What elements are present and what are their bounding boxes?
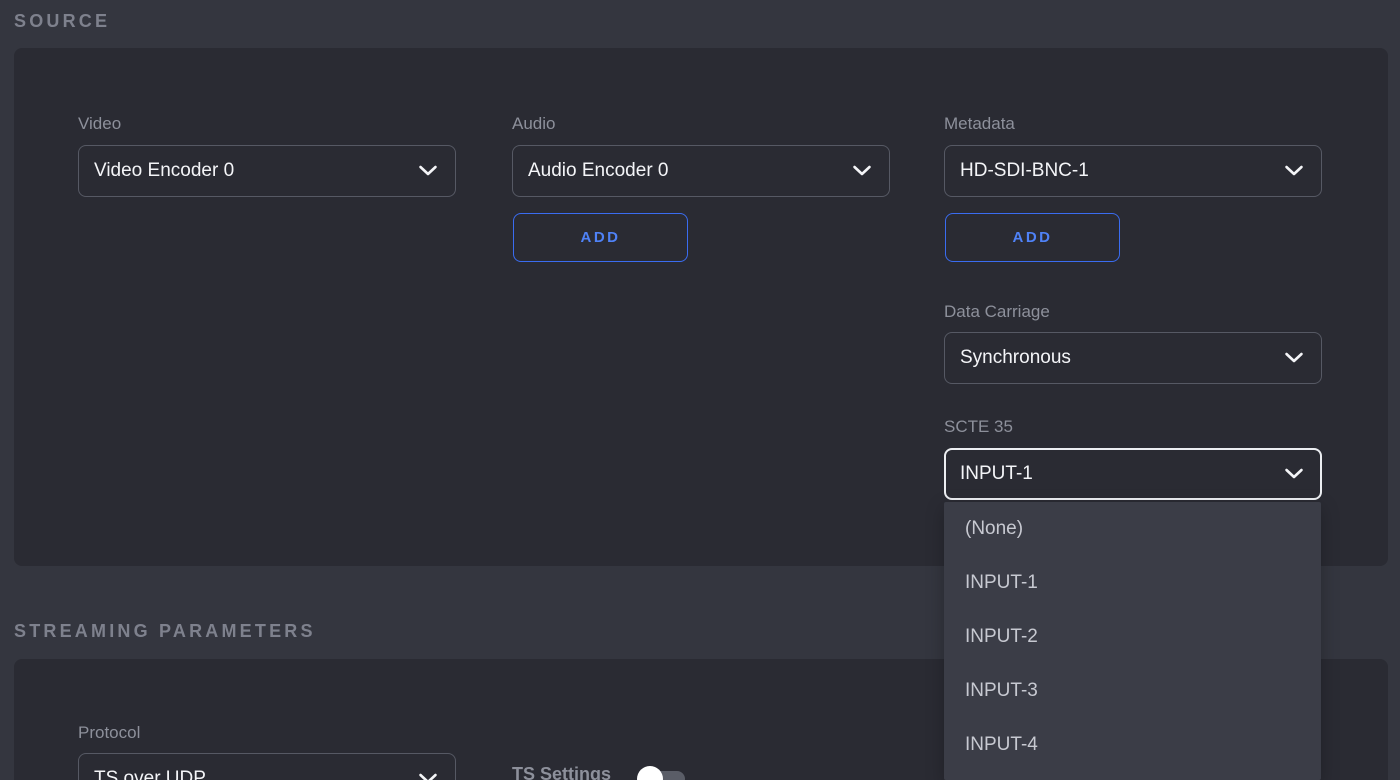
protocol-label: Protocol <box>78 723 140 743</box>
scte35-option-input-1[interactable]: INPUT-1 <box>944 556 1321 610</box>
data-carriage-select[interactable]: Synchronous <box>944 332 1322 384</box>
ts-settings-label: TS Settings <box>512 764 611 780</box>
video-select[interactable]: Video Encoder 0 <box>78 145 456 197</box>
audio-select-value: Audio Encoder 0 <box>528 160 669 182</box>
audio-select[interactable]: Audio Encoder 0 <box>512 145 890 197</box>
toggle-knob <box>637 766 663 780</box>
chevron-down-icon <box>1284 468 1304 480</box>
scte35-select-value: INPUT-1 <box>960 463 1033 485</box>
chevron-down-icon <box>418 165 438 177</box>
chevron-down-icon <box>1284 165 1304 177</box>
audio-add-button[interactable]: ADD <box>513 213 688 262</box>
data-carriage-label: Data Carriage <box>944 302 1050 322</box>
video-select-value: Video Encoder 0 <box>94 160 234 182</box>
source-panel: Video Video Encoder 0 Audio Audio Encode… <box>14 48 1388 566</box>
scte35-option-input-2[interactable]: INPUT-2 <box>944 610 1321 664</box>
metadata-add-button[interactable]: ADD <box>945 213 1120 262</box>
video-label: Video <box>78 114 121 134</box>
metadata-label: Metadata <box>944 114 1015 134</box>
protocol-select-value: TS over UDP <box>94 768 206 780</box>
chevron-down-icon <box>852 165 872 177</box>
scte35-dropdown-menu: (None) INPUT-1 INPUT-2 INPUT-3 INPUT-4 <box>944 502 1321 780</box>
streaming-parameters-section-heading: STREAMING PARAMETERS <box>14 621 316 642</box>
metadata-select-value: HD-SDI-BNC-1 <box>960 160 1089 182</box>
metadata-select[interactable]: HD-SDI-BNC-1 <box>944 145 1322 197</box>
scte35-label: SCTE 35 <box>944 417 1013 437</box>
scte35-option-none[interactable]: (None) <box>944 502 1321 556</box>
scte35-option-input-3[interactable]: INPUT-3 <box>944 664 1321 718</box>
ts-settings-toggle[interactable] <box>637 765 687 780</box>
chevron-down-icon <box>418 773 438 780</box>
scte35-option-input-4[interactable]: INPUT-4 <box>944 718 1321 772</box>
protocol-select[interactable]: TS over UDP <box>78 753 456 780</box>
scte35-select[interactable]: INPUT-1 <box>944 448 1322 500</box>
chevron-down-icon <box>1284 352 1304 364</box>
audio-label: Audio <box>512 114 555 134</box>
data-carriage-select-value: Synchronous <box>960 347 1071 369</box>
source-section-heading: SOURCE <box>14 11 110 32</box>
